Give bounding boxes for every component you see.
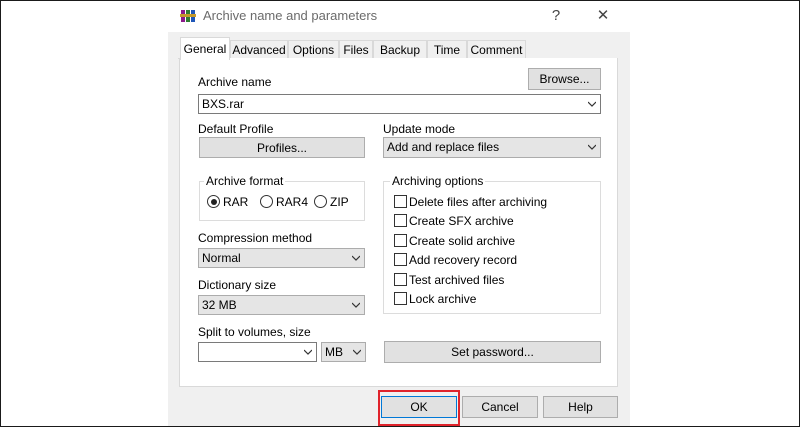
- set-password-button[interactable]: Set password...: [384, 341, 601, 363]
- tab-files[interactable]: Files: [339, 40, 373, 59]
- split-volumes-label: Split to volumes, size: [198, 325, 311, 339]
- split-size-combobox[interactable]: [198, 342, 317, 362]
- chevron-down-icon: [352, 302, 360, 308]
- create-solid-label[interactable]: Create solid archive: [409, 234, 515, 248]
- chevron-down-icon: [588, 101, 596, 107]
- help-button[interactable]: Help: [543, 396, 618, 418]
- rar-radio-label[interactable]: RAR: [223, 195, 248, 209]
- cancel-button[interactable]: Cancel: [462, 396, 538, 418]
- zip-radio[interactable]: [314, 195, 327, 208]
- tab-general[interactable]: General: [180, 37, 230, 60]
- create-solid-checkbox[interactable]: [394, 234, 407, 247]
- update-mode-label: Update mode: [383, 122, 456, 136]
- archiving-options-legend: Archiving options: [390, 174, 486, 188]
- rar4-radio-label[interactable]: RAR4: [276, 195, 308, 209]
- archive-name-value: BXS.rar: [202, 97, 245, 111]
- lock-archive-checkbox[interactable]: [394, 292, 407, 305]
- tab-backup[interactable]: Backup: [373, 40, 427, 59]
- create-sfx-label[interactable]: Create SFX archive: [409, 214, 514, 228]
- test-archived-checkbox[interactable]: [394, 273, 407, 286]
- rar4-radio[interactable]: [260, 195, 273, 208]
- chevron-down-icon: [304, 349, 312, 355]
- delete-files-checkbox[interactable]: [394, 195, 407, 208]
- window-title: Archive name and parameters: [203, 8, 378, 23]
- split-unit-select[interactable]: MB: [321, 342, 366, 362]
- zip-radio-label[interactable]: ZIP: [330, 195, 349, 209]
- rar-radio[interactable]: [207, 195, 220, 208]
- compression-method-select[interactable]: Normal: [198, 248, 365, 268]
- tab-options[interactable]: Options: [288, 40, 339, 59]
- tab-comment[interactable]: Comment: [467, 40, 526, 59]
- browse-button[interactable]: Browse...: [528, 68, 601, 90]
- chevron-down-icon: [353, 349, 361, 355]
- dictionary-size-select[interactable]: 32 MB: [198, 295, 365, 315]
- test-archived-label[interactable]: Test archived files: [409, 273, 504, 287]
- create-sfx-checkbox[interactable]: [394, 214, 407, 227]
- dictionary-size-value: 32 MB: [202, 298, 237, 312]
- lock-archive-label[interactable]: Lock archive: [409, 292, 476, 306]
- dictionary-size-label: Dictionary size: [198, 278, 277, 292]
- compression-method-label: Compression method: [198, 231, 313, 245]
- default-profile-label: Default Profile: [198, 122, 274, 136]
- tab-advanced[interactable]: Advanced: [230, 40, 288, 59]
- delete-files-label[interactable]: Delete files after archiving: [409, 195, 547, 209]
- close-button[interactable]: ✕: [589, 4, 617, 28]
- archive-name-combobox[interactable]: BXS.rar: [198, 94, 601, 114]
- recovery-record-checkbox[interactable]: [394, 253, 407, 266]
- chevron-down-icon: [588, 144, 596, 150]
- archive-name-label: Archive name: [198, 75, 272, 89]
- help-title-button[interactable]: ?: [542, 4, 570, 28]
- ok-highlight-box: [378, 390, 460, 426]
- winrar-books-icon: [180, 8, 196, 24]
- compression-method-value: Normal: [202, 251, 241, 265]
- chevron-down-icon: [352, 255, 360, 261]
- update-mode-select[interactable]: Add and replace files: [383, 137, 601, 158]
- tab-time[interactable]: Time: [427, 40, 467, 59]
- update-mode-value: Add and replace files: [387, 140, 500, 154]
- archive-format-legend: Archive format: [204, 174, 286, 188]
- recovery-record-label[interactable]: Add recovery record: [409, 253, 517, 267]
- split-unit-value: MB: [325, 345, 343, 359]
- profiles-button[interactable]: Profiles...: [199, 137, 365, 158]
